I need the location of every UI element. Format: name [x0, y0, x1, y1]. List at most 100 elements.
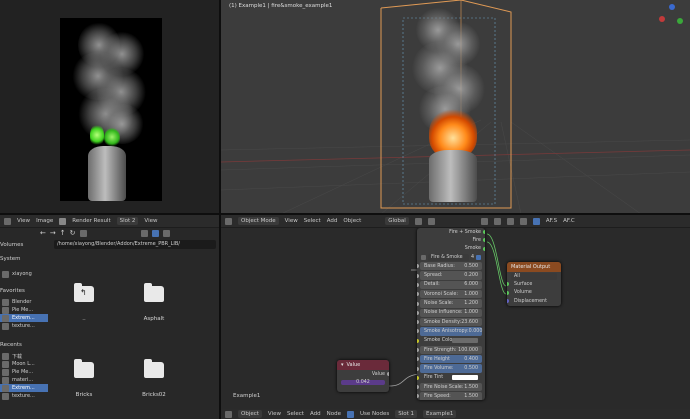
- material-output-node[interactable]: Material Output All Surface Volume Displ…: [507, 262, 561, 306]
- recent-item[interactable]: 下载: [0, 352, 48, 360]
- shading-solid-icon[interactable]: [506, 217, 514, 225]
- menu-select[interactable]: Select: [287, 411, 304, 417]
- menu-select[interactable]: Select: [304, 218, 321, 224]
- input-socket[interactable]: [417, 394, 419, 399]
- output-socket[interactable]: [483, 238, 485, 243]
- input-socket[interactable]: [417, 292, 419, 297]
- output-socket[interactable]: [483, 246, 485, 251]
- menu-add[interactable]: Add: [310, 411, 321, 417]
- input-socket[interactable]: [507, 282, 509, 287]
- file-item-parent[interactable]: ↰ ..: [64, 283, 104, 322]
- editor-type-icon[interactable]: [4, 217, 11, 225]
- recent-item[interactable]: materi...: [0, 376, 48, 384]
- recent-item[interactable]: Extrem...: [0, 384, 48, 392]
- editor-type-icon[interactable]: [225, 217, 232, 225]
- menu-add[interactable]: Add: [327, 218, 338, 224]
- filter-icon[interactable]: [151, 229, 159, 237]
- back-arrow-icon[interactable]: ←: [40, 229, 46, 237]
- menu-view[interactable]: View: [285, 218, 298, 224]
- collapse-icon[interactable]: ▾: [341, 362, 344, 368]
- color-swatch[interactable]: [452, 375, 478, 381]
- node-param-row[interactable]: Fire Strength: 100.000: [417, 345, 482, 355]
- node-param-row[interactable]: Detail: 6.000: [417, 280, 482, 290]
- input-socket[interactable]: [417, 375, 419, 380]
- file-item-bricks02[interactable]: Bricks02: [134, 359, 174, 398]
- slot-selector[interactable]: Slot 1: [395, 410, 418, 418]
- sidebar-item-extreme[interactable]: Extrem...: [0, 314, 48, 322]
- input-socket[interactable]: [507, 290, 509, 295]
- node-param-row[interactable]: Noise Scale: 1.200: [417, 299, 482, 308]
- input-socket[interactable]: [417, 320, 419, 325]
- input-socket[interactable]: [417, 348, 419, 352]
- recent-item[interactable]: Pie Me...: [0, 368, 48, 376]
- proportional-edit-icon[interactable]: [427, 217, 435, 225]
- menu-view[interactable]: View: [268, 411, 281, 417]
- sidebar-item-pie-menu[interactable]: Pie Me...: [0, 306, 48, 314]
- snap-icon[interactable]: [414, 217, 422, 225]
- node-param-row[interactable]: Smoke Colo: [417, 337, 482, 345]
- mode-selector[interactable]: Object Mode: [238, 217, 279, 225]
- viewport-3d[interactable]: (1) Example1 | fire&smoke_example1: [221, 0, 690, 214]
- settings-icon[interactable]: [162, 229, 170, 237]
- af-c-label[interactable]: AF.C: [563, 218, 575, 224]
- af-s-label[interactable]: AF.S: [546, 218, 557, 224]
- node-param-row[interactable]: Fire Height 0.400: [417, 355, 482, 364]
- material-selector[interactable]: Example1: [423, 410, 457, 418]
- new-folder-icon[interactable]: [79, 229, 87, 237]
- forward-arrow-icon[interactable]: →: [50, 229, 56, 237]
- input-socket[interactable]: [507, 299, 509, 304]
- target-selector[interactable]: All: [511, 272, 557, 280]
- output-socket[interactable]: [483, 230, 485, 235]
- node-param-row[interactable]: Fire Tint: [417, 374, 482, 382]
- visibility-icon[interactable]: [480, 217, 488, 225]
- node-param-row[interactable]: Fire Noise Scale: 1.500: [417, 383, 482, 392]
- node-param-row[interactable]: Smoke Density: 23.600: [417, 317, 482, 327]
- menu-node[interactable]: Node: [327, 411, 341, 417]
- file-item-asphalt[interactable]: Asphalt: [134, 283, 174, 322]
- input-socket[interactable]: [417, 264, 419, 269]
- menu-image[interactable]: Image: [36, 218, 53, 224]
- shading-rendered-icon[interactable]: [532, 217, 540, 225]
- output-socket[interactable]: [387, 372, 389, 377]
- menu-object[interactable]: Object: [343, 218, 361, 224]
- overlay-icon[interactable]: [493, 217, 501, 225]
- input-socket[interactable]: [417, 338, 419, 343]
- sidebar-item-blender[interactable]: Blender: [0, 298, 48, 306]
- display-mode-icon[interactable]: [140, 229, 148, 237]
- input-socket[interactable]: [417, 273, 419, 278]
- fake-user-icon[interactable]: [476, 254, 481, 260]
- use-nodes-checkbox[interactable]: [346, 410, 354, 418]
- refresh-icon[interactable]: ↻: [70, 229, 76, 237]
- path-field[interactable]: /home/xiayong/Blender/Addon/Extreme_PBR_…: [54, 240, 216, 249]
- node-param-row[interactable]: Fire Volume: 0.500: [417, 364, 482, 373]
- input-socket[interactable]: [417, 357, 419, 362]
- parent-dir-icon[interactable]: ↑: [60, 229, 66, 237]
- input-socket[interactable]: [417, 385, 419, 390]
- slot-selector[interactable]: Slot 2: [116, 217, 139, 225]
- recent-item[interactable]: texture...: [0, 392, 48, 400]
- node-param-row[interactable]: Base Radius: 0.500: [417, 262, 482, 271]
- node-editor[interactable]: Fire + Smoke Fire Smoke Fire & Smoke 4 B…: [221, 228, 690, 409]
- node-param-row[interactable]: Smoke Anisotropy: 0.000: [417, 327, 482, 336]
- node-mode-selector[interactable]: Object: [238, 410, 262, 418]
- node-param-row[interactable]: Fire Speed: 1.500: [417, 392, 482, 400]
- input-socket[interactable]: [417, 282, 419, 287]
- navigation-gizmo[interactable]: [659, 4, 685, 30]
- node-param-row[interactable]: Voronoi Scale: 1.000: [417, 290, 482, 299]
- input-socket[interactable]: [417, 329, 419, 334]
- fire-smoke-node[interactable]: Fire + Smoke Fire Smoke Fire & Smoke 4 B…: [417, 228, 485, 400]
- input-socket[interactable]: [417, 310, 419, 315]
- input-socket[interactable]: [417, 366, 419, 371]
- sidebar-item-texture[interactable]: texture...: [0, 322, 48, 330]
- value-field[interactable]: 0.042: [341, 379, 385, 385]
- node-param-row[interactable]: Spread: 0.200: [417, 271, 482, 280]
- recent-item[interactable]: Moon L...: [0, 360, 48, 368]
- group-name-field[interactable]: Fire & Smoke: [428, 253, 469, 261]
- shading-material-icon[interactable]: [519, 217, 527, 225]
- view-layer-selector[interactable]: View: [144, 218, 157, 224]
- orientation-selector[interactable]: Global: [385, 217, 409, 225]
- menu-view[interactable]: View: [17, 218, 30, 224]
- render-result-title[interactable]: Render Result: [72, 218, 110, 224]
- file-item-bricks[interactable]: Bricks: [64, 359, 104, 398]
- color-swatch[interactable]: [452, 338, 478, 344]
